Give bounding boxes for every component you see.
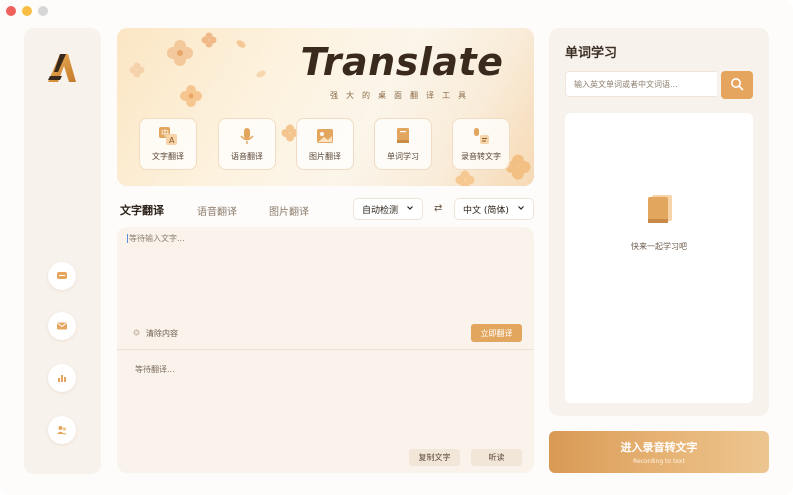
chevron-down-icon [517,204,525,215]
book-icon [393,126,413,146]
flower-decoration [455,170,475,186]
sidebar-item-mail[interactable] [48,312,76,340]
text-caret [127,234,128,243]
translate-now-button[interactable]: 立即翻译 [471,324,522,342]
feature-word-learning[interactable]: 单词学习 [374,118,432,170]
text-translate-icon: 中A [158,126,178,146]
minimize-window-button[interactable] [22,6,32,16]
chat-bubble-icon [56,267,68,286]
clear-icon [133,329,140,338]
feature-recording-to-text[interactable]: 录音转文字 [452,118,510,170]
feature-image-translate[interactable]: 图片翻译 [296,118,354,170]
tab-voice-translate[interactable]: 语音翻译 [197,203,237,218]
petal-decoration [256,70,266,78]
search-icon [730,76,744,95]
word-learning-title: 单词学习 [565,46,618,61]
sidebar-item-users[interactable] [48,416,76,444]
petal-decoration [236,40,246,48]
swap-icon[interactable]: ⇄ [434,203,442,214]
hero-banner: Translate 强大的桌面翻译工具 中A 文字翻译 语音翻译 图片翻译 单词… [117,28,534,186]
listen-button[interactable]: 听读 [471,449,522,466]
maximize-window-button[interactable] [38,6,48,16]
tab-image-translate[interactable]: 图片翻译 [269,203,309,218]
target-language-select[interactable]: 中文 (简体) [454,198,534,220]
source-language-value: 自动检测 [362,205,399,216]
word-search-button[interactable] [721,71,753,99]
flower-decoration [129,62,145,78]
close-window-button[interactable] [6,6,16,16]
clear-content-button[interactable]: 清除内容 [133,328,178,339]
recording-button-sublabel: Recording to text [633,458,685,465]
word-search-placeholder: 输入英文单词或者中文词语... [574,79,678,89]
target-language-value: 中文 (简体) [463,205,509,216]
app-window: Translate 强大的桌面翻译工具 中A 文字翻译 语音翻译 图片翻译 单词… [0,0,793,495]
translate-tabs-row: 文字翻译 语音翻译 图片翻译 自动检测 ⇄ 中文 (简体) [117,198,534,222]
recording-icon [471,126,491,146]
feature-label: 语音翻译 [231,152,263,161]
copy-text-button[interactable]: 复制文字 [409,449,460,466]
banner-subtitle: 强大的桌面翻译工具 [330,91,474,100]
translation-card: 等待输入文字... 清除内容 立即翻译 等待翻译... 复制文字 听读 [117,227,534,473]
divider [117,349,534,350]
banner-title: Translate [300,40,504,84]
sidebar-item-chat[interactable] [48,262,76,290]
users-icon [56,421,68,440]
feature-label: 录音转文字 [461,152,501,161]
word-learning-panel: 单词学习 输入英文单词或者中文词语... 快来一起学习吧 [549,28,769,416]
clear-content-label: 清除内容 [146,329,178,338]
word-search-input[interactable]: 输入英文单词或者中文词语... [565,71,717,97]
source-placeholder: 等待输入文字... [129,234,185,243]
sidebar-item-chart[interactable] [48,364,76,392]
word-results-box: 快来一起学习吧 [565,113,753,403]
svg-text:A: A [169,136,175,145]
feature-label: 文字翻译 [152,152,184,161]
source-language-select[interactable]: 自动检测 [353,198,423,220]
window-controls [6,6,48,16]
recording-button-label: 进入录音转文字 [620,441,698,454]
mail-icon [56,317,68,336]
app-logo [44,50,80,86]
image-icon [315,126,335,146]
flower-decoration [201,32,217,48]
feature-voice-translate[interactable]: 语音翻译 [218,118,276,170]
empty-state-text: 快来一起学习吧 [631,242,687,251]
book-icon [643,191,677,225]
tab-text-translate[interactable]: 文字翻译 [120,202,164,218]
feature-text-translate[interactable]: 中A 文字翻译 [139,118,197,170]
chart-icon [56,369,68,388]
sidebar [24,28,101,474]
chevron-down-icon [406,204,414,215]
source-text-input[interactable]: 等待输入文字... [127,233,524,343]
recording-to-text-button[interactable]: 进入录音转文字 Recording to text [549,431,769,473]
microphone-icon [237,126,257,146]
flower-decoration [180,85,202,107]
feature-label: 图片翻译 [309,152,341,161]
flower-decoration [167,40,193,66]
translation-output: 等待翻译... [135,365,175,374]
feature-label: 单词学习 [387,152,419,161]
